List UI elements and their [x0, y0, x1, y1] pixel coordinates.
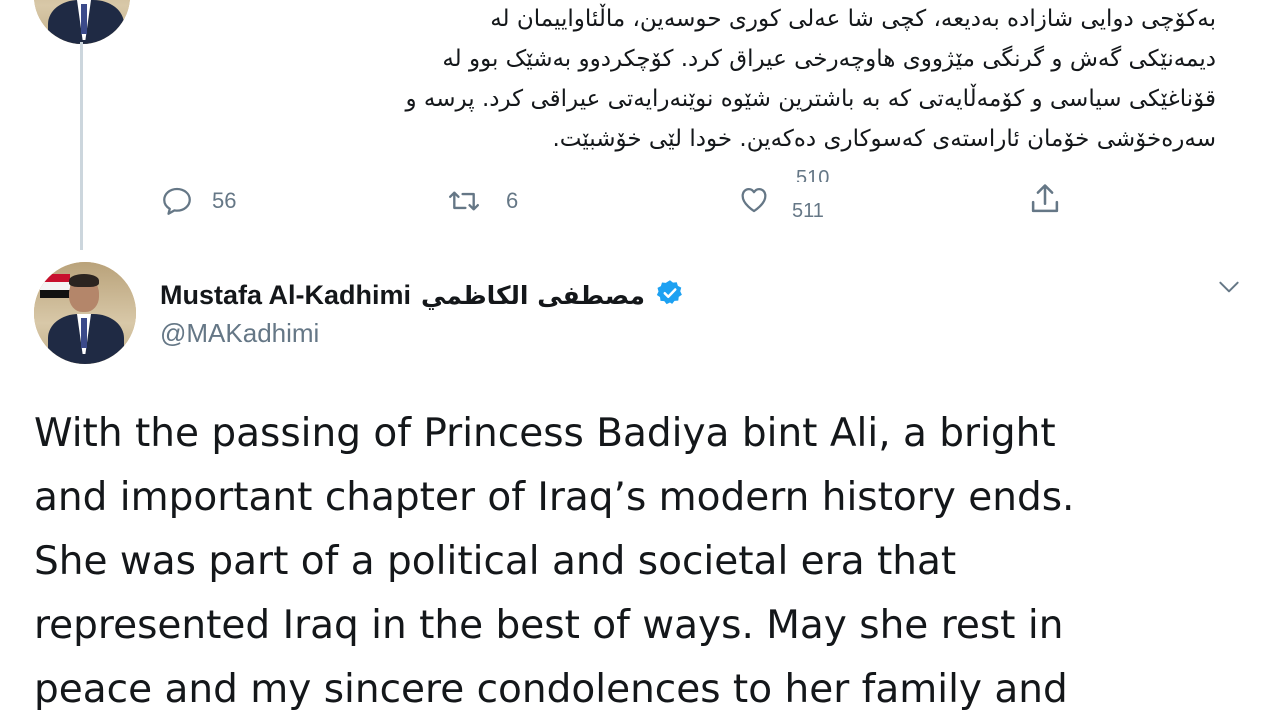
more-options-button[interactable] — [1216, 276, 1242, 302]
tweet-text-line: represented Iraq in the best of ways. Ma… — [34, 603, 1064, 648]
previous-tweet-line: دیمەنێکی گەش و گرنگی مێژووی هاوچەرخی عیر… — [442, 46, 1216, 72]
share-button[interactable] — [1026, 180, 1064, 218]
share-icon — [1026, 180, 1064, 218]
retweet-icon — [446, 184, 482, 218]
verified-badge-icon — [655, 278, 685, 312]
author-name[interactable]: Mustafa Al-Kadhimi — [160, 280, 411, 311]
tweet-text-line: peace and my sincere condolences to her … — [34, 667, 1068, 712]
reply-button[interactable]: 56 — [160, 184, 236, 218]
previous-tweet-text: بەکۆچی دوایی شازادە بەدیعە، کچی شا عەلی … — [116, 0, 1216, 186]
like-count: 511 — [792, 200, 824, 222]
author-handle[interactable]: @MAKadhimi — [160, 318, 319, 349]
tweet-text: With the passing of Princess Badiya bint… — [34, 402, 1234, 722]
retweet-button[interactable]: 6 — [446, 184, 518, 218]
previous-tweet-line: قۆناغێکی سیاسی و کۆمەڵایەتی کە بە باشتری… — [405, 86, 1216, 112]
tweet-text-line: With the passing of Princess Badiya bint… — [34, 411, 1056, 456]
previous-tweet-line: سەرەخۆشی خۆمان ئاراستەی کەسوکاری دەکەین.… — [552, 126, 1216, 152]
reply-icon — [160, 184, 194, 218]
like-button[interactable] — [736, 182, 772, 216]
author-name-arabic[interactable]: مصطفى الكاظمي — [421, 281, 645, 310]
author-avatar[interactable] — [34, 262, 136, 364]
author-line[interactable]: Mustafa Al-Kadhimi مصطفى الكاظمي — [160, 278, 685, 312]
chevron-down-icon — [1216, 281, 1242, 302]
previous-tweet-line: بەکۆچی دوایی شازادە بەدیعە، کچی شا عەلی … — [490, 6, 1216, 32]
like-count-animating: 510 — [796, 168, 830, 182]
reply-count: 56 — [212, 188, 237, 213]
like-icon — [736, 182, 772, 216]
tweet-text-line: She was part of a political and societal… — [34, 539, 957, 584]
tweet-text-line: and important chapter of Iraq’s modern h… — [34, 475, 1075, 520]
thread-line — [80, 42, 83, 250]
retweet-count: 6 — [506, 188, 519, 213]
